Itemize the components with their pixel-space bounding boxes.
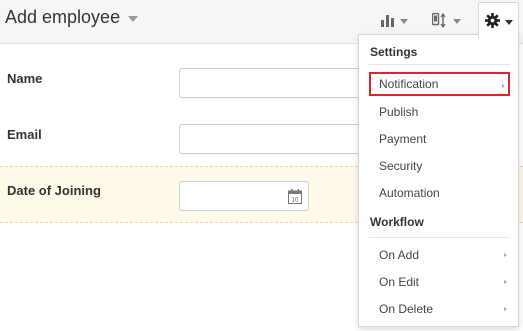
- menu-item-label: Notification: [379, 77, 439, 91]
- layout-menu-button[interactable]: [432, 9, 461, 31]
- name-label: Name: [7, 71, 43, 86]
- submenu-arrow-icon: [502, 84, 505, 88]
- settings-menu-button[interactable]: [478, 2, 519, 38]
- submenu-arrow-icon: [504, 253, 507, 257]
- date-of-joining-field[interactable]: 10: [179, 181, 309, 211]
- menu-item-automation[interactable]: Automation: [369, 181, 510, 205]
- menu-item-notification[interactable]: Notification: [369, 72, 510, 96]
- menu-item-label: Security: [379, 159, 423, 173]
- menu-item-payment[interactable]: Payment: [369, 127, 510, 151]
- menu-item-label: Automation: [379, 186, 440, 200]
- calendar-day-number: 10: [292, 198, 299, 204]
- menu-item-security[interactable]: Security: [369, 154, 510, 178]
- page-title[interactable]: Add employee: [5, 7, 139, 28]
- settings-dropdown-menu: Settings Notification Publish Payment Se…: [358, 34, 519, 327]
- menu-item-label: Publish: [379, 105, 419, 119]
- menu-item-label: On Add: [379, 248, 420, 262]
- chevron-down-icon: [400, 19, 408, 24]
- menu-item-on-delete[interactable]: On Delete: [369, 297, 510, 321]
- page-title-text: Add employee: [5, 7, 121, 27]
- chevron-down-icon: [504, 19, 513, 25]
- report-menu-button[interactable]: [381, 9, 408, 31]
- date-of-joining-label: Date of Joining: [7, 183, 101, 198]
- menu-item-label: On Edit: [379, 275, 420, 289]
- menu-item-on-edit[interactable]: On Edit: [369, 270, 510, 294]
- calendar-icon[interactable]: 10: [288, 189, 302, 204]
- menu-item-publish[interactable]: Publish: [369, 100, 510, 124]
- divider: [369, 237, 510, 238]
- email-label: Email: [7, 127, 42, 142]
- menu-item-label: Payment: [379, 132, 427, 146]
- chevron-down-icon: [453, 19, 461, 24]
- menu-item-on-add[interactable]: On Add: [369, 243, 510, 267]
- menu-item-label: On Delete: [379, 302, 434, 316]
- gear-icon: [484, 13, 500, 28]
- chevron-down-icon[interactable]: [128, 16, 139, 22]
- settings-section-heading: Settings: [370, 45, 418, 59]
- mobile-sort-icon: [432, 12, 446, 28]
- bar-chart-icon: [381, 15, 394, 27]
- submenu-arrow-icon: [504, 280, 507, 284]
- divider: [369, 64, 510, 65]
- submenu-arrow-icon: [504, 307, 507, 311]
- workflow-section-heading: Workflow: [370, 215, 424, 229]
